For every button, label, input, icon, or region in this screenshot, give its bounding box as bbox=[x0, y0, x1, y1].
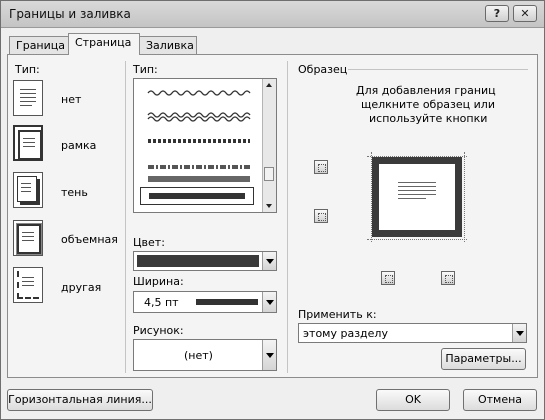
tab-page-border[interactable]: Страница bbox=[68, 33, 140, 55]
preview-page[interactable] bbox=[372, 157, 462, 237]
setting-3d-icon[interactable] bbox=[13, 220, 43, 256]
style-label: Тип: bbox=[133, 63, 158, 76]
setting-none-icon[interactable] bbox=[13, 80, 43, 116]
apply-to-value: этому разделу bbox=[303, 327, 388, 340]
chevron-down-icon[interactable] bbox=[512, 324, 526, 342]
setting-custom-label[interactable]: другая bbox=[61, 281, 101, 294]
line-style-list[interactable] bbox=[133, 78, 277, 213]
borders-and-shading-dialog: Границы и заливка ? ✕ Граница Страница З… bbox=[0, 0, 545, 420]
horizontal-line-button[interactable]: Горизонтальная линия... bbox=[7, 389, 153, 411]
left-border-button[interactable] bbox=[381, 271, 395, 285]
setting-custom-icon[interactable] bbox=[13, 267, 43, 303]
options-button[interactable]: Параметры... bbox=[441, 348, 526, 370]
chevron-down-icon[interactable] bbox=[262, 292, 276, 312]
width-dropdown[interactable]: 4,5 пт bbox=[133, 291, 277, 313]
preview-hint-line2: щелкните образец или bbox=[361, 98, 495, 111]
cancel-button[interactable]: Отмена bbox=[463, 389, 537, 411]
preview-hint-line3: используйте кнопки bbox=[369, 112, 488, 125]
top-border-button[interactable] bbox=[314, 160, 328, 174]
preview-heading: Образец bbox=[298, 63, 348, 76]
setting-shadow-icon[interactable] bbox=[13, 172, 43, 208]
title-bar: Границы и заливка ? ✕ bbox=[1, 1, 544, 28]
color-dropdown[interactable] bbox=[133, 251, 277, 271]
width-label: Ширина: bbox=[133, 275, 184, 288]
color-swatch bbox=[137, 255, 259, 267]
style-list-scrollbar[interactable] bbox=[262, 79, 276, 212]
tab-borders[interactable]: Граница bbox=[9, 36, 69, 54]
setting-none-label[interactable]: нет bbox=[61, 93, 81, 106]
art-dropdown[interactable]: (нет) bbox=[133, 339, 277, 371]
width-value: 4,5 пт bbox=[144, 296, 179, 309]
apply-to-label: Применить к: bbox=[298, 308, 377, 321]
apply-to-dropdown[interactable]: этому разделу bbox=[298, 323, 527, 343]
help-icon[interactable]: ? bbox=[485, 5, 509, 22]
close-icon[interactable]: ✕ bbox=[513, 5, 537, 22]
chevron-down-icon[interactable] bbox=[262, 340, 276, 370]
tab-shading[interactable]: Заливка bbox=[139, 36, 197, 54]
setting-box-label[interactable]: рамка bbox=[61, 139, 96, 152]
settings-heading: Тип: bbox=[15, 63, 40, 76]
ok-button[interactable]: OK bbox=[376, 389, 450, 411]
right-border-button[interactable] bbox=[441, 271, 455, 285]
art-label: Рисунок: bbox=[133, 324, 184, 337]
bottom-border-button[interactable] bbox=[314, 209, 328, 223]
preview-hint-line1: Для добавления границ bbox=[356, 84, 496, 97]
chevron-down-icon[interactable] bbox=[262, 252, 276, 270]
setting-3d-label[interactable]: объемная bbox=[61, 233, 118, 246]
setting-box-icon[interactable] bbox=[13, 125, 43, 161]
window-title: Границы и заливка bbox=[9, 7, 131, 21]
art-value: (нет) bbox=[184, 349, 213, 362]
color-label: Цвет: bbox=[133, 236, 165, 249]
selected-style-item[interactable] bbox=[140, 187, 254, 205]
setting-shadow-label[interactable]: тень bbox=[61, 186, 88, 199]
